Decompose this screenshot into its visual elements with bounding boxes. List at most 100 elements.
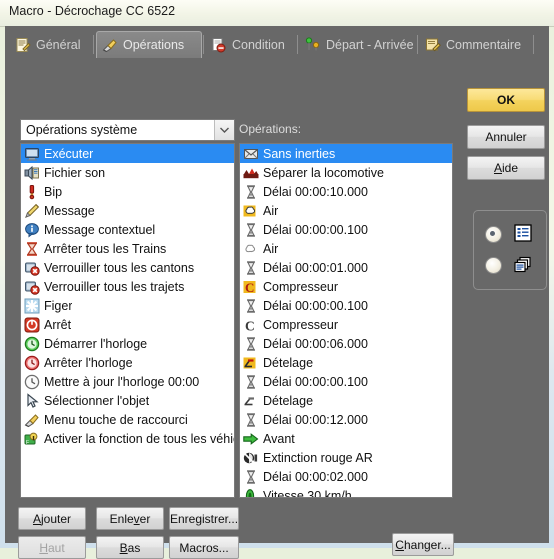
operation-item-label: Délai 00:00:00.100 bbox=[263, 222, 368, 237]
available-operation-item[interactable]: Menu touche de raccourci bbox=[21, 410, 234, 429]
svg-text:C: C bbox=[245, 318, 255, 333]
macro-dialog-window: Macro - Décrochage CC 6522 Général Opérat… bbox=[0, 0, 554, 559]
operation-item[interactable]: Dételage bbox=[240, 391, 452, 410]
operation-item[interactable]: C Compresseur bbox=[240, 277, 452, 296]
light-off-icon bbox=[243, 450, 259, 466]
operation-item-label: Séparer la locomotive bbox=[263, 165, 384, 180]
operation-item-label: Compresseur bbox=[263, 279, 339, 294]
available-operation-item[interactable]: Arrêter l'horloge bbox=[21, 353, 234, 372]
available-operation-item-label: Mettre à jour l'horloge 00:00 bbox=[44, 374, 200, 389]
category-combobox[interactable]: Opérations système bbox=[20, 119, 235, 141]
view-mode-radio-list[interactable] bbox=[485, 226, 502, 243]
envelope-grey-icon bbox=[243, 146, 259, 162]
view-mode-radio-cascade[interactable] bbox=[485, 257, 502, 274]
available-operation-item[interactable]: Sélectionner l'objet bbox=[21, 391, 234, 410]
change-button[interactable]: Changer... bbox=[392, 533, 454, 556]
available-operation-item[interactable]: Mettre à jour l'horloge 00:00 bbox=[21, 372, 234, 391]
air-grey-icon bbox=[243, 241, 259, 257]
operation-item-label: Délai 00:00:00.100 bbox=[263, 374, 368, 389]
chevron-down-icon[interactable] bbox=[214, 120, 234, 140]
operations-list[interactable]: Sans inerties Séparer la locomotive Délai … bbox=[239, 143, 453, 498]
available-operation-item[interactable]: Verrouiller tous les trajets bbox=[21, 277, 234, 296]
document-pencil-icon bbox=[15, 37, 31, 53]
tab-d-part-arriv-e[interactable]: Départ - Arrivée bbox=[300, 31, 416, 58]
tab-condition[interactable]: Condition bbox=[206, 31, 296, 58]
info-balloon-icon bbox=[24, 222, 40, 238]
mountain-red-icon bbox=[243, 165, 259, 181]
available-operation-item[interactable]: Message contextuel bbox=[21, 220, 234, 239]
available-operation-item-label: Démarrer l'horloge bbox=[44, 336, 148, 351]
operation-item[interactable]: Délai 00:00:00.100 bbox=[240, 372, 452, 391]
list-view-icon[interactable] bbox=[514, 224, 532, 247]
dialog-body: Général Opérations Condition Départ - Arriv… bbox=[5, 26, 549, 559]
available-operation-item-label: Menu touche de raccourci bbox=[44, 412, 188, 427]
cancel-button[interactable]: Annuler bbox=[467, 125, 545, 149]
compressor-grey-icon: C bbox=[243, 317, 259, 333]
operation-item[interactable]: Vitesse 30 km/h bbox=[240, 486, 452, 497]
tab-op-rations[interactable]: Opérations bbox=[96, 31, 202, 58]
hourglass-icon bbox=[243, 336, 259, 352]
operation-item[interactable]: Délai 00:00:10.000 bbox=[240, 182, 452, 201]
title-bar: Macro - Décrochage CC 6522 bbox=[0, 0, 554, 27]
operation-item[interactable]: Délai 00:00:02.000 bbox=[240, 467, 452, 486]
ok-button[interactable]: OK bbox=[467, 88, 545, 112]
broom-icon bbox=[102, 37, 118, 53]
hourglass-icon bbox=[243, 184, 259, 200]
operation-item-label: Délai 00:00:00.100 bbox=[263, 298, 368, 313]
hourglass-icon bbox=[243, 298, 259, 314]
operation-item[interactable]: C Compresseur bbox=[240, 315, 452, 334]
available-operation-item-label: Fichier son bbox=[44, 165, 106, 180]
available-operation-item-label: Verrouiller tous les cantons bbox=[44, 260, 195, 275]
svg-text:C: C bbox=[245, 280, 254, 295]
available-operation-item[interactable]: Exécuter bbox=[21, 144, 234, 163]
operation-item[interactable]: Avant bbox=[240, 429, 452, 448]
operation-item-label: Délai 00:00:01.000 bbox=[263, 260, 368, 275]
tab-g-n-ral[interactable]: Général bbox=[10, 31, 92, 58]
uncouple-yellow-icon bbox=[243, 355, 259, 371]
cascade-view-icon[interactable] bbox=[514, 256, 532, 279]
operations-panel-label: Opérations: bbox=[239, 122, 302, 136]
available-operation-item[interactable]: Arrêter tous les Trains bbox=[21, 239, 234, 258]
operation-item[interactable]: Sans inerties bbox=[240, 144, 452, 163]
operation-item[interactable]: Délai 00:00:01.000 bbox=[240, 258, 452, 277]
operation-item[interactable]: Délai 00:00:00.100 bbox=[240, 220, 452, 239]
help-button[interactable]: Aide bbox=[467, 156, 545, 180]
save-button[interactable]: Enre g istrer... bbox=[169, 507, 239, 530]
signal-lights-icon bbox=[305, 36, 321, 53]
remove-button[interactable]: Enle v er bbox=[96, 507, 164, 530]
tab-commentaire[interactable]: Commentaire bbox=[420, 31, 532, 58]
tab-separator bbox=[203, 35, 204, 54]
compressor-yellow-icon: C bbox=[243, 279, 259, 295]
available-operation-item[interactable]: Arrêt bbox=[21, 315, 234, 334]
operation-item[interactable]: Air bbox=[240, 239, 452, 258]
available-operation-item[interactable]: F Activer la fonction de tous les véhicul… bbox=[21, 429, 234, 448]
available-operation-item[interactable]: Verrouiller tous les cantons bbox=[21, 258, 234, 277]
operation-item[interactable]: Extinction rouge AR bbox=[240, 448, 452, 467]
available-operation-item[interactable]: Démarrer l'horloge bbox=[21, 334, 234, 353]
available-operation-item[interactable]: Bip bbox=[21, 182, 234, 201]
operation-item[interactable]: Air bbox=[240, 201, 452, 220]
operation-item-label: Air bbox=[263, 241, 279, 256]
radio-selected-dot bbox=[490, 231, 495, 236]
available-operation-item-label: Verrouiller tous les trajets bbox=[44, 279, 185, 294]
tab-separator bbox=[93, 35, 94, 54]
operation-item[interactable]: Séparer la locomotive bbox=[240, 163, 452, 182]
operation-item[interactable]: Dételage bbox=[240, 353, 452, 372]
svg-text:F: F bbox=[26, 440, 29, 446]
lock-route-icon bbox=[24, 279, 40, 295]
operation-item[interactable]: Délai 00:00:12.000 bbox=[240, 410, 452, 429]
help-button-label-rest: ide bbox=[502, 161, 519, 175]
available-operation-item[interactable]: Fichier son bbox=[21, 163, 234, 182]
add-button[interactable]: Ajouter bbox=[18, 507, 86, 530]
uncouple-grey-icon bbox=[243, 393, 259, 409]
available-operation-item[interactable]: Figer bbox=[21, 296, 234, 315]
operation-item[interactable]: Délai 00:00:06.000 bbox=[240, 334, 452, 353]
available-operations-list[interactable]: Exécuter Fichier son Bip Message Message con… bbox=[20, 143, 235, 498]
operation-item[interactable]: Délai 00:00:00.100 bbox=[240, 296, 452, 315]
air-yellow-icon bbox=[243, 203, 259, 219]
available-operation-item-label: Bip bbox=[44, 184, 63, 199]
clock-grey-icon bbox=[24, 374, 40, 390]
tab-label: Opérations bbox=[123, 38, 185, 52]
operation-item-label: Compresseur bbox=[263, 317, 339, 332]
available-operation-item[interactable]: Message bbox=[21, 201, 234, 220]
